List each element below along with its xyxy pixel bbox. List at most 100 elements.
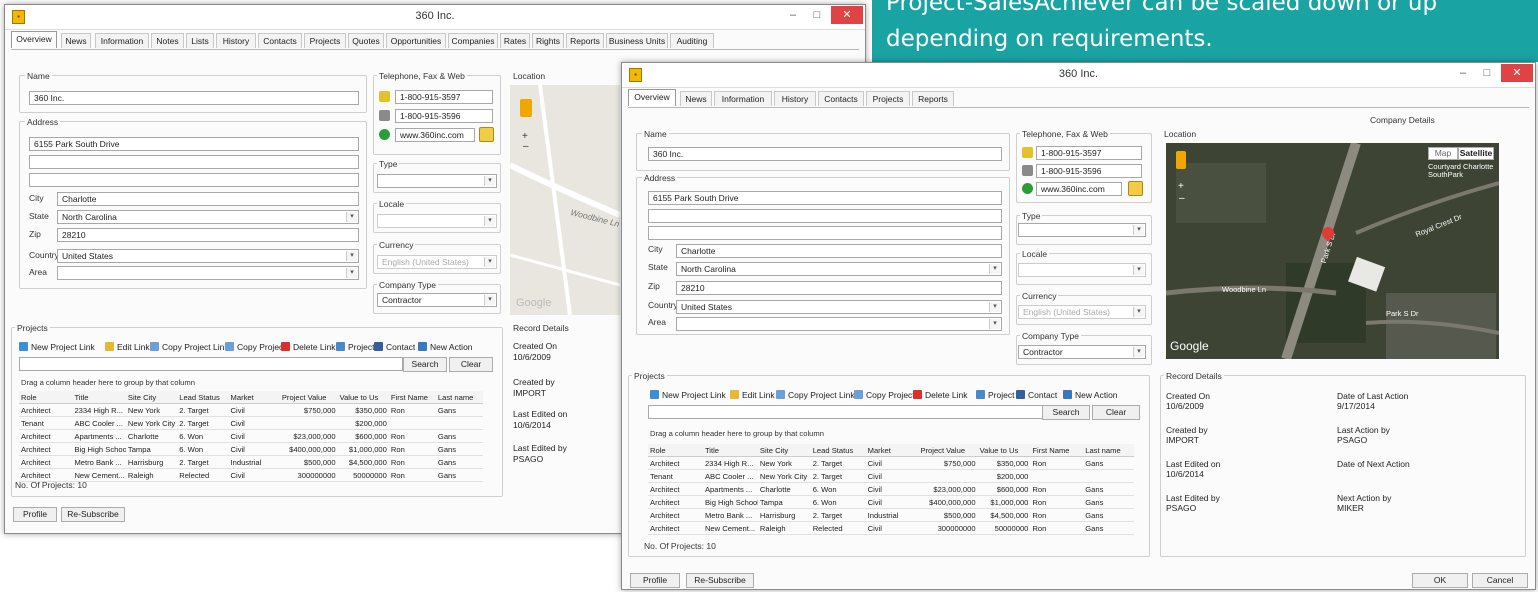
column-header[interactable]: Lead Status — [177, 391, 229, 404]
address-line-2[interactable] — [648, 209, 1002, 223]
chevron-down-icon[interactable]: ▾ — [346, 251, 357, 261]
city-field[interactable]: Charlotte — [676, 244, 1002, 258]
chevron-down-icon[interactable]: ▾ — [484, 257, 495, 267]
pegman-icon[interactable] — [1176, 151, 1186, 169]
column-header[interactable]: Market — [228, 391, 280, 404]
address-line-1[interactable]: 6155 Park South Drive — [29, 137, 359, 151]
currency-select[interactable]: English (United States) ▾ — [1018, 305, 1146, 319]
column-header[interactable]: Title — [702, 444, 758, 457]
tab-contacts[interactable]: Contacts — [818, 91, 864, 106]
tab-history[interactable]: History — [774, 91, 816, 106]
tab-lists[interactable]: Lists — [186, 33, 214, 48]
column-header[interactable]: Last name — [435, 391, 483, 404]
maximize-button[interactable]: □ — [1473, 64, 1501, 82]
address-line-2[interactable] — [29, 155, 359, 169]
area-select[interactable]: ▾ — [676, 317, 1002, 331]
phone-field[interactable]: 1-800-915-3597 — [1036, 146, 1142, 160]
column-header[interactable]: Site City — [757, 444, 811, 457]
copy-project-link-button[interactable]: Copy Project Link — [776, 390, 855, 400]
new-project-link-button[interactable]: New Project Link — [19, 342, 95, 352]
tab-rights[interactable]: Rights — [532, 33, 564, 48]
maximize-button[interactable]: □ — [803, 6, 831, 24]
chevron-down-icon[interactable]: ▾ — [484, 295, 495, 305]
zip-field[interactable]: 28210 — [676, 281, 1002, 295]
front-map[interactable]: + – Map Satellite Courtyard Charlotte So… — [1166, 143, 1499, 359]
tab-auditing[interactable]: Auditing — [670, 33, 714, 48]
fax-field[interactable]: 1-800-915-3596 — [395, 109, 493, 123]
state-select[interactable]: North Carolina ▾ — [676, 262, 1002, 276]
edit-link-button[interactable]: Edit Link — [105, 342, 150, 352]
project-search-input[interactable] — [19, 357, 403, 371]
tab-rates[interactable]: Rates — [500, 33, 530, 48]
tab-news[interactable]: News — [61, 33, 91, 48]
search-button[interactable]: Search — [1042, 405, 1090, 420]
web-field[interactable]: www.360inc.com — [1036, 182, 1122, 196]
chevron-down-icon[interactable]: ▾ — [989, 264, 1000, 274]
chevron-down-icon[interactable]: ▾ — [1133, 307, 1144, 317]
chevron-down-icon[interactable]: ▾ — [484, 176, 495, 186]
currency-select[interactable]: English (United States) ▾ — [377, 255, 497, 269]
tab-overview[interactable]: Overview — [11, 31, 57, 48]
web-field[interactable]: www.360inc.com — [395, 128, 475, 142]
type-select[interactable]: ▾ — [377, 174, 497, 188]
tab-companies[interactable]: Companies — [448, 33, 498, 48]
table-row[interactable]: Tenant ABC Cooler ... New York City 2. Targ… — [648, 469, 1134, 483]
company-type-select[interactable]: Contractor ▾ — [1018, 345, 1146, 359]
table-row[interactable]: Architect Metro Bank ... Harrisburg 2. Targ… — [19, 455, 483, 469]
column-header[interactable]: Value to Us — [977, 444, 1031, 457]
close-button[interactable]: ✕ — [831, 6, 863, 24]
tab-projects[interactable]: Projects — [304, 33, 346, 48]
area-select[interactable]: ▾ — [57, 266, 359, 280]
column-header[interactable]: Market — [865, 444, 919, 457]
column-header[interactable]: Lead Status — [810, 444, 866, 457]
resubscribe-button[interactable]: Re-Subscribe — [61, 507, 125, 522]
clear-button[interactable]: Clear — [449, 357, 493, 372]
table-row[interactable]: Architect Apartments ... Charlotte 6. Won Ci… — [19, 429, 483, 443]
name-field[interactable]: 360 Inc. — [648, 147, 1002, 161]
zip-field[interactable]: 28210 — [57, 228, 359, 242]
zoom-out-icon[interactable]: – — [523, 141, 529, 152]
column-header[interactable]: First Name — [1030, 444, 1084, 457]
table-row[interactable]: Architect New Cement... Raleigh Relected Civ… — [648, 521, 1134, 535]
map-type-satellite-button[interactable]: Satellite — [1458, 147, 1494, 160]
copy-project-link-button[interactable]: Copy Project Link — [150, 342, 229, 352]
table-row[interactable]: Architect Big High School Tampa 6. Won Civil… — [648, 495, 1134, 509]
country-select[interactable]: United States ▾ — [676, 300, 1002, 314]
column-header[interactable]: Role — [19, 391, 73, 404]
column-header[interactable]: Site City — [125, 391, 178, 404]
fax-field[interactable]: 1-800-915-3596 — [1036, 164, 1142, 178]
table-row[interactable]: Architect Metro Bank ... Harrisburg 2. Targ… — [648, 508, 1134, 522]
table-row[interactable]: Architect 2334 High R... New York 2. Target… — [19, 403, 483, 417]
chevron-down-icon[interactable]: ▾ — [484, 216, 495, 226]
tab-quotes[interactable]: Quotes — [348, 33, 384, 48]
tab-news[interactable]: News — [680, 91, 712, 106]
address-line-3[interactable] — [29, 173, 359, 187]
project-search-input[interactable] — [648, 405, 1052, 419]
name-field[interactable]: 360 Inc. — [29, 91, 359, 105]
chevron-down-icon[interactable]: ▾ — [1133, 347, 1144, 357]
address-line-1[interactable]: 6155 Park South Drive — [648, 191, 1002, 205]
table-row[interactable]: Architect Big High School Tampa 6. Won Civil… — [19, 442, 483, 456]
new-project-link-button[interactable]: New Project Link — [650, 390, 726, 400]
search-button[interactable]: Search — [403, 357, 447, 372]
contact-button[interactable]: Contact — [374, 342, 415, 352]
copy-project-button[interactable]: Copy Project — [225, 342, 286, 352]
country-select[interactable]: United States ▾ — [57, 249, 359, 263]
resubscribe-button[interactable]: Re-Subscribe — [686, 573, 754, 588]
chevron-down-icon[interactable]: ▾ — [989, 302, 1000, 312]
map-type-map-button[interactable]: Map — [1428, 147, 1458, 160]
locale-select[interactable]: ▾ — [377, 214, 497, 228]
project-button[interactable]: Project — [336, 342, 374, 352]
table-row[interactable]: Architect New Cement... Raleigh Relected Civ… — [19, 468, 483, 482]
column-header[interactable]: Title — [72, 391, 126, 404]
city-field[interactable]: Charlotte — [57, 192, 359, 206]
chevron-down-icon[interactable]: ▾ — [346, 268, 357, 278]
chevron-down-icon[interactable]: ▾ — [346, 212, 357, 222]
profile-button[interactable]: Profile — [630, 573, 680, 588]
type-select[interactable]: ▾ — [1018, 223, 1146, 237]
column-header[interactable]: First Name — [388, 391, 436, 404]
tab-contacts[interactable]: Contacts — [258, 33, 302, 48]
ok-button[interactable]: OK — [1412, 573, 1468, 588]
column-header[interactable]: Value to Us — [337, 391, 389, 404]
tab-overview[interactable]: Overview — [628, 89, 676, 106]
